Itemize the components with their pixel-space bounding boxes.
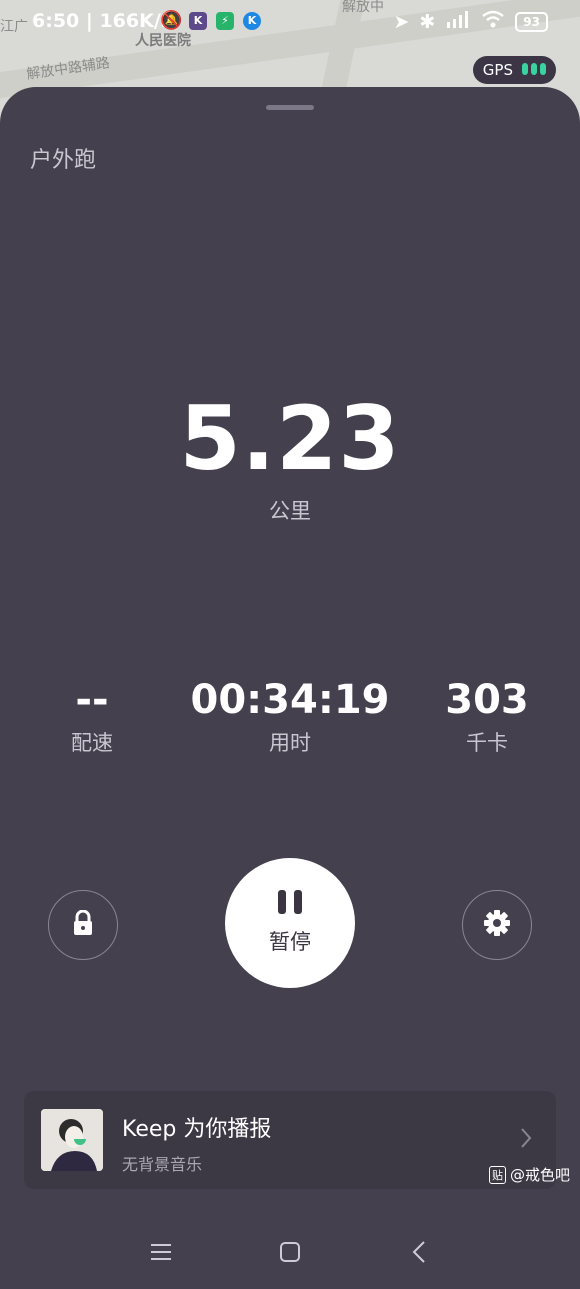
app-notification-icon: ⚡ [216, 12, 234, 30]
stat-label: 千卡 [466, 731, 508, 755]
lock-button[interactable] [48, 890, 118, 960]
mute-icon: 🔕 [160, 10, 183, 31]
lock-icon [71, 909, 95, 940]
pause-icon [278, 890, 302, 914]
stat-value: 00:34:19 [190, 677, 390, 723]
stat-value: 303 [445, 677, 529, 723]
stat-calories: 303 千卡 [387, 677, 580, 757]
back-icon[interactable] [405, 1237, 435, 1267]
stat-duration: 00:34:19 用时 [190, 677, 390, 757]
drag-handle[interactable] [266, 105, 314, 110]
workout-type-title: 户外跑 [30, 148, 97, 173]
distance-value: 5.23 [179, 387, 401, 490]
gps-label: GPS [482, 61, 513, 79]
home-icon[interactable] [275, 1237, 305, 1267]
card-title: Keep 为你播报 [122, 1117, 272, 1142]
wifi-icon [481, 10, 505, 33]
settings-button[interactable] [462, 890, 532, 960]
watermark: 贴 @戒色吧 [488, 1164, 570, 1185]
stat-label: 配速 [71, 731, 113, 755]
system-navigation-bar [0, 1227, 580, 1277]
workout-sheet: 户外跑 5.23 公里 -- 配速 00:34:19 用时 303 千卡 暂停 [0, 87, 580, 1289]
menu-icon[interactable] [146, 1237, 176, 1267]
stat-value: -- [75, 677, 109, 723]
app-notification-icon: K [243, 12, 261, 30]
app-notification-icon: K [189, 12, 207, 30]
distance-unit: 公里 [269, 499, 311, 523]
coach-avatar [41, 1109, 103, 1171]
location-icon: ➤ [393, 10, 410, 33]
battery-indicator: 93 [515, 11, 548, 32]
voice-broadcast-card[interactable]: Keep 为你播报 无背景音乐 [24, 1091, 556, 1189]
signal-icon [445, 10, 471, 33]
stat-pace: -- 配速 [0, 677, 192, 757]
pause-button[interactable]: 暂停 [225, 858, 355, 988]
card-subtitle: 无背景音乐 [122, 1155, 203, 1174]
gps-indicator: GPS [472, 56, 556, 84]
stat-label: 用时 [269, 731, 311, 755]
status-bar: 6:50 | 166K/s 🔕 K ⚡ K ➤ ✱ 93 [0, 0, 580, 44]
watermark-badge: 贴 [488, 1165, 506, 1184]
status-icons: ➤ ✱ 93 [393, 10, 548, 33]
gps-signal-icon [519, 61, 546, 79]
watermark-text: @戒色吧 [509, 1166, 570, 1184]
chevron-right-icon [520, 1127, 532, 1153]
bluetooth-icon: ✱ [419, 10, 436, 33]
pause-label: 暂停 [269, 930, 311, 954]
status-time: 6:50 [32, 10, 80, 32]
gear-icon [483, 909, 511, 941]
